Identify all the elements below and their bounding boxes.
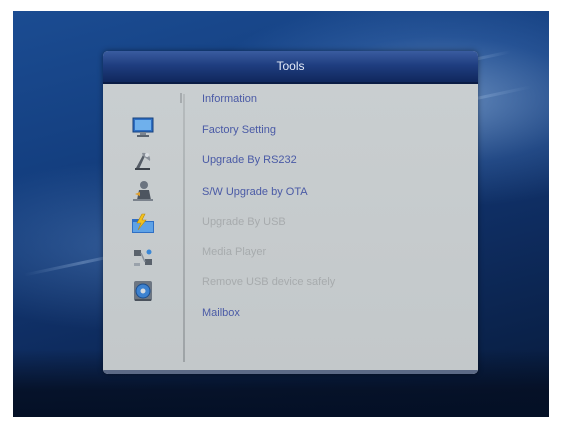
- dialog-header: Tools: [103, 51, 478, 84]
- dialog-title: Tools: [276, 59, 305, 73]
- monitor-icon[interactable]: [130, 114, 156, 140]
- network-icon[interactable]: [130, 245, 156, 271]
- menu-item-upgrade-usb: Upgrade By USB: [202, 216, 286, 228]
- menu-item-information[interactable]: Information: [202, 93, 257, 105]
- dialog-body: Information Factory Setting Upgrade By R…: [103, 84, 478, 374]
- menu-item-upgrade-rs232[interactable]: Upgrade By RS232: [202, 154, 297, 166]
- tools-dialog: Tools Information Factory Setting Upgrad…: [103, 51, 478, 374]
- menu-item-media-player: Media Player: [202, 246, 267, 258]
- menu-item-mailbox[interactable]: Mailbox: [202, 307, 240, 319]
- tools-upgrade-icon[interactable]: [130, 178, 156, 204]
- folder-lightning-icon[interactable]: [130, 211, 156, 237]
- menu-item-factory-setting[interactable]: Factory Setting: [202, 124, 276, 136]
- menu-item-sw-upgrade-ota[interactable]: S/W Upgrade by OTA: [202, 186, 308, 198]
- menu-item-remove-usb: Remove USB device safely: [202, 276, 336, 288]
- list-divider: [183, 94, 185, 362]
- satellite-dish-icon[interactable]: [130, 147, 156, 173]
- disc-icon[interactable]: [130, 278, 156, 304]
- dialog-footer: [103, 370, 478, 374]
